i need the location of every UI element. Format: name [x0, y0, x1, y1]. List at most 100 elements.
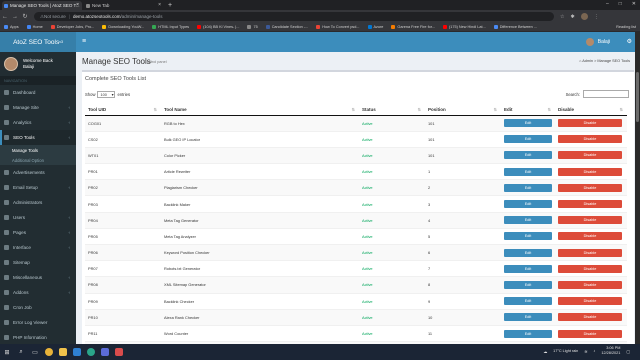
- reload-icon[interactable]: ↻: [20, 13, 30, 20]
- app-logo[interactable]: AtoZ SEO Tools v3: [0, 32, 76, 52]
- maximize-icon[interactable]: □: [619, 1, 622, 7]
- edit-button[interactable]: Edit: [504, 329, 552, 338]
- vscode-app-icon[interactable]: [70, 344, 84, 360]
- bookmark-item[interactable]: Home: [26, 25, 43, 29]
- col-tool-uid[interactable]: Tool UID ⇅: [85, 105, 161, 116]
- disable-button[interactable]: Disable: [558, 167, 622, 176]
- col-disable[interactable]: Disable ⇅: [555, 105, 627, 116]
- disable-button[interactable]: Disable: [558, 135, 622, 144]
- search-icon[interactable]: ⌕: [14, 344, 28, 360]
- edit-button[interactable]: Edit: [504, 280, 552, 289]
- scrollbar-thumb[interactable]: [636, 72, 639, 122]
- notification-icon[interactable]: ▢: [626, 349, 630, 354]
- disable-button[interactable]: Disable: [558, 264, 622, 273]
- edit-button[interactable]: Edit: [504, 183, 552, 192]
- sidebar-item-advertisements[interactable]: Advertisements: [0, 165, 76, 180]
- disable-button[interactable]: Disable: [558, 200, 622, 209]
- edit-button[interactable]: Edit: [504, 167, 552, 176]
- close-tab-icon[interactable]: ×: [158, 2, 161, 8]
- edit-button[interactable]: Edit: [504, 232, 552, 241]
- minimize-icon[interactable]: –: [606, 1, 609, 7]
- bookmark-item[interactable]: HTML Input Types: [152, 25, 189, 29]
- bookmark-item[interactable]: Candidate Section -...: [265, 25, 308, 29]
- gear-icon[interactable]: ⚙: [627, 38, 632, 45]
- edit-button[interactable]: Edit: [504, 216, 552, 225]
- forward-icon[interactable]: →: [10, 14, 20, 20]
- edit-button[interactable]: Edit: [504, 248, 552, 257]
- close-window-icon[interactable]: ✕: [632, 1, 636, 7]
- sidebar-item-cron-job[interactable]: Cron Job: [0, 300, 76, 315]
- col-status[interactable]: Status ⇅: [359, 105, 425, 116]
- edit-button[interactable]: Edit: [504, 264, 552, 273]
- sidebar-item-email-setup[interactable]: Email Setup ‹: [0, 180, 76, 195]
- disable-button[interactable]: Disable: [558, 313, 622, 322]
- url-bar[interactable]: ⚠ Not secure | demo.atozseotools.com /ad…: [34, 12, 554, 21]
- back-icon[interactable]: ←: [0, 14, 10, 20]
- media-app-icon[interactable]: [112, 344, 126, 360]
- menu-icon[interactable]: ⋮: [594, 14, 599, 20]
- browser-tab-active[interactable]: Manage SEO Tools | AtoZ SEO T... ×: [2, 1, 82, 10]
- explorer-app-icon[interactable]: [56, 344, 70, 360]
- sidebar-item-sitemap[interactable]: Sitemap: [0, 255, 76, 270]
- sidebar-item-dashboard[interactable]: Dashboard: [0, 85, 76, 100]
- search-input[interactable]: [583, 90, 629, 98]
- volume-icon[interactable]: ♪: [593, 349, 595, 353]
- windows-start-icon[interactable]: ⊞: [0, 344, 14, 360]
- sidebar-item-miscellaneous[interactable]: Miscellaneous ‹: [0, 270, 76, 285]
- bookmark-item[interactable]: (175) New Hindi Lat...: [442, 25, 486, 29]
- bookmark-item[interactable]: Azure: [367, 25, 383, 29]
- sidebar-item-administrators[interactable]: Administrators: [0, 195, 76, 210]
- new-tab-icon[interactable]: +: [168, 1, 172, 10]
- edit-button[interactable]: Edit: [504, 119, 552, 128]
- edit-button[interactable]: Edit: [504, 313, 552, 322]
- sidebar-item-users[interactable]: Users ‹: [0, 210, 76, 225]
- sidebar-item-php-information[interactable]: PHP Information: [0, 330, 76, 345]
- sidebar-item-error-log-viewer[interactable]: Error Log Viewer: [0, 315, 76, 330]
- store-app-icon[interactable]: [98, 344, 112, 360]
- chrome-app-icon[interactable]: [42, 344, 56, 360]
- task-view-icon[interactable]: ▭: [28, 344, 42, 360]
- sidebar-item-addons[interactable]: Addons ‹: [0, 285, 76, 300]
- bookmark-item[interactable]: 75: [247, 25, 258, 29]
- bookmark-item[interactable]: Garena Free Fire for...: [391, 25, 435, 29]
- edit-button[interactable]: Edit: [504, 200, 552, 209]
- disable-button[interactable]: Disable: [558, 183, 622, 192]
- col-position[interactable]: Position ⇅: [425, 105, 501, 116]
- disable-button[interactable]: Disable: [558, 216, 622, 225]
- bookmark-item[interactable]: Difference Between ...: [493, 25, 537, 29]
- reading-list[interactable]: Reading list: [616, 25, 636, 29]
- close-tab-icon[interactable]: ×: [76, 2, 79, 8]
- clock[interactable]: 3:06 PM 12/28/2021: [601, 346, 620, 356]
- sidebar-item-pages[interactable]: Pages ‹: [0, 225, 76, 240]
- sidebar-subitem-manage-tools[interactable]: Manage Tools: [0, 145, 76, 155]
- top-user-menu[interactable]: Balaji: [585, 38, 610, 46]
- extensions-icon[interactable]: ✱: [570, 14, 574, 20]
- page-scrollbar[interactable]: [635, 32, 640, 344]
- profile-avatar[interactable]: [580, 13, 588, 20]
- wifi-icon[interactable]: ≋: [584, 349, 587, 354]
- bookmark-item[interactable]: Developer Jobs, Pro...: [50, 25, 94, 29]
- bookmark-item[interactable]: Apps: [4, 25, 19, 29]
- disable-button[interactable]: Disable: [558, 329, 622, 338]
- edge-app-icon[interactable]: [84, 344, 98, 360]
- sidebar-item-seo-tools[interactable]: SEO Tools ‹: [0, 130, 76, 145]
- col-edit[interactable]: Edit ⇅: [501, 105, 555, 116]
- disable-button[interactable]: Disable: [558, 248, 622, 257]
- disable-button[interactable]: Disable: [558, 119, 622, 128]
- disable-button[interactable]: Disable: [558, 151, 622, 160]
- bookmark-item[interactable]: How To Convert psd...: [316, 25, 360, 29]
- browser-tab-new[interactable]: New Tab ×: [84, 1, 164, 10]
- star-icon[interactable]: ☆: [560, 14, 564, 20]
- sidebar-item-manage-site[interactable]: Manage Site ‹: [0, 100, 76, 115]
- bookmark-item[interactable]: (104) BB Ki Vines- |...: [197, 25, 239, 29]
- sidebar-item-analytics[interactable]: Analytics ‹: [0, 115, 76, 130]
- disable-button[interactable]: Disable: [558, 297, 622, 306]
- bookmark-item[interactable]: Downloading YouW...: [102, 25, 144, 29]
- sidebar-item-interface[interactable]: Interface ‹: [0, 240, 76, 255]
- disable-button[interactable]: Disable: [558, 280, 622, 289]
- entries-select[interactable]: 100 ▾: [97, 91, 116, 98]
- sidebar-toggle-icon[interactable]: ≡: [82, 38, 86, 45]
- weather-text[interactable]: 17°C Light rain: [553, 349, 578, 353]
- breadcrumb-admin[interactable]: Admin: [582, 59, 593, 63]
- col-tool-name[interactable]: Tool Name ⇅: [161, 105, 359, 116]
